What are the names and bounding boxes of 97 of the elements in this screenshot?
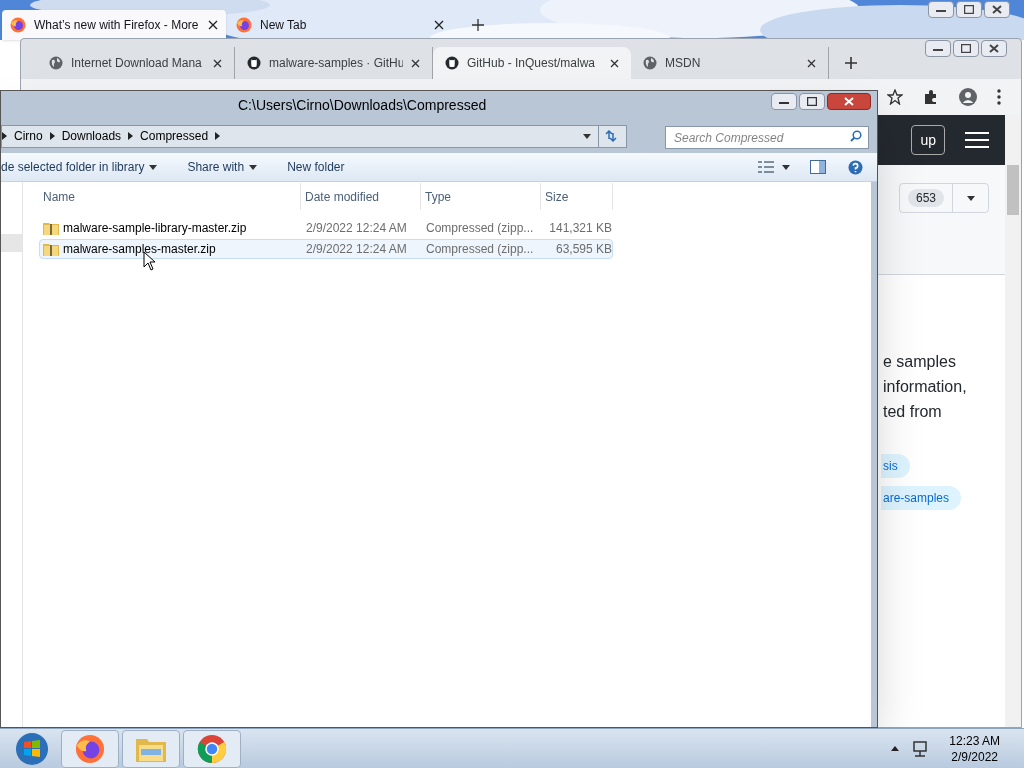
zip-folder-icon bbox=[43, 221, 59, 235]
github-icon bbox=[445, 56, 459, 70]
window-title: C:\Users\Cirno\Downloads\Compressed bbox=[238, 95, 487, 115]
minimize-button[interactable] bbox=[925, 40, 951, 57]
column-header[interactable]: Name bbox=[39, 183, 301, 210]
profile-icon[interactable] bbox=[959, 88, 977, 106]
address-bar[interactable]: Cirno Downloads Compressed bbox=[1, 124, 627, 148]
maximize-icon bbox=[807, 97, 817, 106]
show-hidden-icons-icon[interactable] bbox=[891, 746, 900, 751]
breadcrumb-item[interactable]: Cirno bbox=[14, 127, 43, 145]
description-text: e samples bbox=[883, 352, 956, 372]
type-cell-text: Compressed (zipp... bbox=[425, 220, 535, 237]
column-header[interactable]: Type bbox=[421, 183, 541, 210]
toolbar-button[interactable]: de selected folder in library bbox=[1, 153, 188, 181]
maximize-button[interactable] bbox=[799, 93, 825, 110]
close-icon bbox=[992, 5, 1002, 14]
close-icon[interactable] bbox=[213, 58, 222, 68]
firefox-icon bbox=[75, 733, 105, 764]
chevron-icon bbox=[49, 132, 55, 140]
maximize-icon bbox=[961, 44, 971, 53]
clock-date: 2/9/2022 bbox=[951, 748, 998, 765]
clock[interactable]: 12:23 AM 2/9/2022 bbox=[949, 732, 1000, 765]
taskbar-app[interactable] bbox=[183, 729, 241, 768]
close-button[interactable] bbox=[984, 1, 1010, 18]
file-row[interactable]: malware-samples-master.zip 2/9/2022 12:24 AM Compressed (zipp... 63,595 KB bbox=[39, 239, 613, 259]
size-cell-text: 63,595 KB bbox=[554, 241, 612, 258]
views-button[interactable] bbox=[758, 161, 790, 173]
browser-tab[interactable]: What’s new with Firefox - More bbox=[2, 10, 226, 40]
close-icon bbox=[989, 44, 999, 53]
globe-icon bbox=[49, 56, 63, 70]
maximize-button[interactable] bbox=[953, 40, 979, 57]
file-name: malware-samples-master.zip bbox=[63, 241, 216, 258]
github-icon bbox=[247, 56, 261, 70]
help-icon[interactable] bbox=[848, 159, 863, 175]
minimize-button[interactable] bbox=[771, 93, 797, 110]
date-cell-text: 2/9/2022 12:24 AM bbox=[305, 241, 408, 258]
star-count-button[interactable]: 653 bbox=[898, 183, 989, 213]
tab-title: New Tab bbox=[260, 17, 308, 34]
firefox-icon bbox=[10, 17, 26, 33]
chevron-icon bbox=[2, 132, 7, 140]
close-icon[interactable] bbox=[610, 58, 619, 68]
new-tab-icon[interactable] bbox=[845, 57, 857, 69]
tab-title: Internet Download Mana bbox=[71, 55, 203, 72]
type-cell-text: Compressed (zipp... bbox=[425, 241, 535, 258]
count-badge: 653 bbox=[907, 189, 944, 207]
description-text: information, bbox=[883, 377, 967, 397]
file-row[interactable]: malware-sample-library-master.zip 2/9/2022 12:24 AM Compressed (zipp... 141,321 KB bbox=[39, 218, 613, 238]
close-icon bbox=[844, 97, 854, 106]
column-header[interactable]: Date modified bbox=[301, 183, 421, 210]
column-header[interactable]: Size bbox=[541, 183, 613, 210]
breadcrumb-item[interactable]: Downloads bbox=[61, 127, 122, 145]
chevron-icon bbox=[215, 132, 221, 140]
refresh-icon bbox=[603, 130, 618, 142]
globe-icon bbox=[643, 56, 657, 70]
firefox-icon bbox=[236, 17, 252, 33]
clock-time: 12:23 AM bbox=[949, 732, 1000, 749]
close-icon[interactable] bbox=[411, 58, 420, 68]
menu-icon[interactable] bbox=[965, 131, 989, 149]
toolbar-button[interactable]: New folder bbox=[287, 153, 375, 181]
maximize-button[interactable] bbox=[956, 1, 982, 18]
caret-icon bbox=[583, 133, 591, 139]
browser-tab[interactable]: GitHub - InQuest/malwa bbox=[433, 47, 631, 79]
list-view-icon bbox=[758, 161, 774, 173]
breadcrumb-item[interactable]: Compressed bbox=[140, 127, 209, 145]
star-icon[interactable] bbox=[887, 89, 903, 105]
size-cell-text: 141,321 KB bbox=[548, 220, 612, 237]
close-icon[interactable] bbox=[208, 20, 218, 30]
new-tab-icon[interactable] bbox=[472, 19, 484, 31]
close-icon[interactable] bbox=[434, 20, 444, 30]
chevron-icon bbox=[128, 132, 134, 140]
toolbar-button[interactable]: Share with bbox=[187, 153, 288, 181]
tab-title: malware-samples · GitHu bbox=[269, 55, 403, 72]
tab-title: MSDN bbox=[665, 55, 702, 72]
taskbar-app[interactable] bbox=[61, 729, 119, 768]
chrome-icon bbox=[197, 733, 227, 764]
network-icon[interactable] bbox=[912, 740, 929, 757]
zip-folder-icon bbox=[43, 242, 59, 256]
file-name: malware-sample-library-master.zip bbox=[63, 220, 247, 237]
tab-title: What’s new with Firefox - More bbox=[34, 17, 200, 34]
topic-tag[interactable]: are-samples bbox=[881, 486, 962, 510]
windows-logo-icon bbox=[15, 731, 49, 766]
tab-title: GitHub - InQuest/malwa bbox=[467, 55, 597, 72]
puzzle-icon[interactable] bbox=[923, 89, 939, 105]
close-button[interactable] bbox=[827, 93, 871, 110]
search-field[interactable]: Search Compressed bbox=[665, 126, 869, 149]
close-button[interactable] bbox=[981, 40, 1007, 57]
menu-dots-icon[interactable] bbox=[997, 89, 1001, 105]
date-cell-text: 2/9/2022 12:24 AM bbox=[305, 220, 408, 237]
preview-pane-icon[interactable] bbox=[810, 160, 826, 174]
dropdown-caret-icon bbox=[966, 195, 975, 201]
maximize-icon bbox=[964, 5, 974, 14]
search-icon bbox=[850, 129, 862, 142]
description-text: ted from bbox=[883, 402, 942, 422]
sign-up-button[interactable]: up bbox=[911, 125, 945, 155]
close-icon[interactable] bbox=[807, 58, 816, 68]
topic-tag[interactable]: sis bbox=[881, 454, 910, 478]
minimize-button[interactable] bbox=[928, 1, 954, 18]
